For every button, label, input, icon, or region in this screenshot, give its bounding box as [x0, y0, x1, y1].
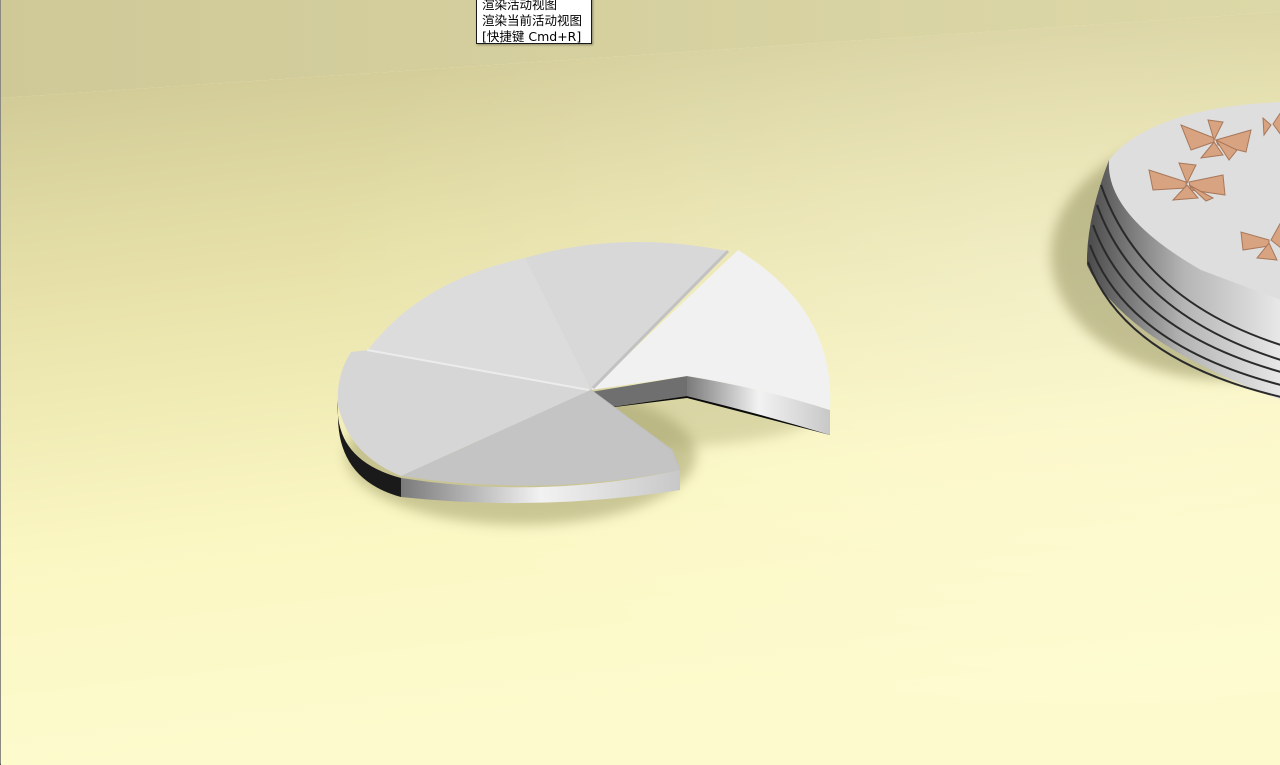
- render-scene: [1, 0, 1280, 765]
- tooltip-title: 渲染活动视图: [482, 0, 558, 12]
- tooltip-description: 渲染当前活动视图: [482, 13, 583, 28]
- 3d-render-viewport[interactable]: 渲染活动视图 渲染当前活动视图 [快捷键 Cmd+R]: [0, 0, 1280, 765]
- render-tooltip: 渲染活动视图 渲染当前活动视图 [快捷键 Cmd+R]: [476, 0, 592, 44]
- tooltip-shortcut: [快捷键 Cmd+R]: [482, 29, 582, 44]
